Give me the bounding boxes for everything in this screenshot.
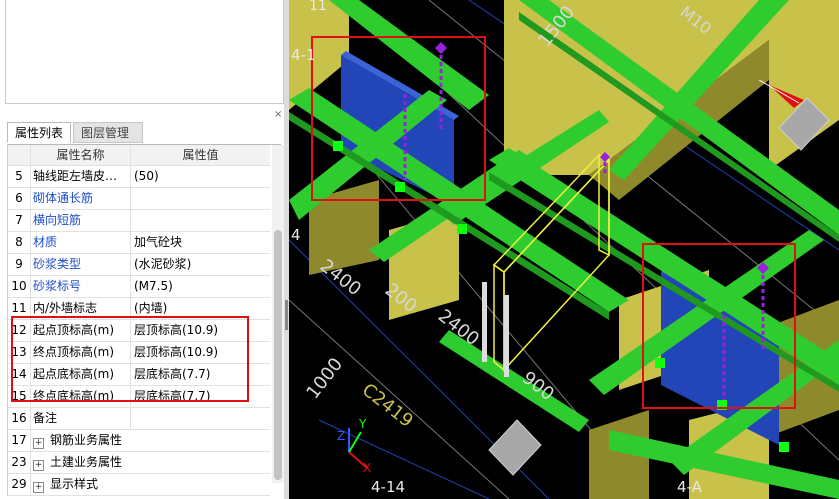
splitter-grip[interactable] xyxy=(285,300,288,330)
label-tag-4: 4 xyxy=(291,226,301,244)
panel-tabs: 属性列表 图层管理 xyxy=(7,122,281,145)
property-value[interactable]: 层顶标高(10.9) xyxy=(130,320,270,341)
expand-icon[interactable]: + xyxy=(33,482,44,493)
row-number: 15 xyxy=(11,389,27,403)
property-value[interactable]: (水泥砂浆) xyxy=(130,254,270,275)
property-row[interactable]: 16 备注 xyxy=(8,408,270,430)
property-row[interactable]: 14 起点底标高(m) 层底标高(7.7) xyxy=(8,364,270,386)
property-row[interactable]: 9 砂浆类型 (水泥砂浆) xyxy=(8,254,270,276)
property-value[interactable]: (50) xyxy=(130,166,270,187)
property-row[interactable]: 10 砂浆标号 (M7.5) xyxy=(8,276,270,298)
grid-header: 属性名称 属性值 xyxy=(8,145,270,166)
3d-viewport[interactable]: 11 4-1 4 2400 200 2400 900 1000 C2419 15… xyxy=(289,0,839,499)
row-number: 12 xyxy=(11,323,27,337)
group-label: 土建业务属性 xyxy=(50,455,123,469)
property-value[interactable] xyxy=(130,408,270,429)
property-name: 终点底标高(m) xyxy=(30,386,130,407)
property-row[interactable]: 12 起点顶标高(m) 层顶标高(10.9) xyxy=(8,320,270,342)
viewport-canvas[interactable]: 11 4-1 4 2400 200 2400 900 1000 C2419 15… xyxy=(289,0,839,499)
property-name: 横向短筋 xyxy=(30,210,130,231)
property-value[interactable] xyxy=(130,210,270,231)
row-number: 23 xyxy=(11,455,27,469)
property-name: 起点底标高(m) xyxy=(30,364,130,385)
row-number: 29 xyxy=(11,477,27,491)
expand-icon[interactable]: + xyxy=(33,438,44,449)
properties-panel: × 属性列表 图层管理 属性名称 属性值 5 轴线距左墙皮… (50) 6 砌体通长筋 7… xyxy=(0,0,289,499)
label-axis-x: X xyxy=(363,461,371,475)
expand-icon[interactable]: + xyxy=(33,460,44,471)
tab-property-list[interactable]: 属性列表 xyxy=(7,122,71,143)
row-number: 10 xyxy=(11,279,27,293)
property-name: 终点顶标高(m) xyxy=(30,342,130,363)
row-number: 17 xyxy=(11,433,27,447)
row-number: 7 xyxy=(15,213,23,227)
header-property-value: 属性值 xyxy=(130,145,270,165)
label-dim-1000: 1000 xyxy=(302,354,347,403)
row-number: 11 xyxy=(11,301,27,315)
label-corner-11: 11 xyxy=(309,0,327,14)
property-name: 内/外墙标志 xyxy=(30,298,130,319)
label-axis-z: Z xyxy=(337,429,345,443)
row-number: 13 xyxy=(11,345,27,359)
property-group-row[interactable]: 29 + 显示样式 xyxy=(8,474,270,496)
group-label-cell: + 土建业务属性 xyxy=(30,452,270,473)
property-value[interactable]: (M7.5) xyxy=(130,276,270,297)
property-row[interactable]: 8 材质 加气砼块 xyxy=(8,232,270,254)
upper-blank-panel xyxy=(5,0,284,104)
label-axis-4-14: 4-14 xyxy=(371,478,405,496)
property-name: 轴线距左墙皮… xyxy=(30,166,130,187)
group-label-cell: + 钢筋业务属性 xyxy=(30,430,270,451)
scrollbar-thumb[interactable] xyxy=(274,230,282,480)
property-row[interactable]: 13 终点顶标高(m) 层顶标高(10.9) xyxy=(8,342,270,364)
property-name: 砌体通长筋 xyxy=(30,188,130,209)
group-label-cell: + 显示样式 xyxy=(30,474,270,495)
grid-scrollbar[interactable] xyxy=(272,145,284,483)
property-value[interactable]: (内墙) xyxy=(130,298,270,319)
group-label: 钢筋业务属性 xyxy=(50,433,123,447)
property-value[interactable]: 层顶标高(10.9) xyxy=(130,342,270,363)
property-name: 起点顶标高(m) xyxy=(30,320,130,341)
label-axis-y: Y xyxy=(358,417,367,431)
property-name: 材质 xyxy=(30,232,130,253)
property-name: 备注 xyxy=(30,408,130,429)
row-number: 5 xyxy=(15,169,23,183)
property-name: 砂浆类型 xyxy=(30,254,130,275)
label-tag-c2419: C2419 xyxy=(358,379,417,431)
property-row[interactable]: 15 终点底标高(m) 层底标高(7.7) xyxy=(8,386,270,408)
property-row[interactable]: 5 轴线距左墙皮… (50) xyxy=(8,166,270,188)
row-number: 8 xyxy=(15,235,23,249)
label-axis-4-1: 4-1 xyxy=(291,46,316,64)
property-group-row[interactable]: 17 + 钢筋业务属性 xyxy=(8,430,270,452)
beam-bottom xyxy=(439,330,589,432)
property-grid: 属性名称 属性值 5 轴线距左墙皮… (50) 6 砌体通长筋 7 横向短筋 8 材质 加气砼块 9… xyxy=(7,145,270,496)
property-row[interactable]: 7 横向短筋 xyxy=(8,210,270,232)
row-number: 14 xyxy=(11,367,27,381)
row-number: 16 xyxy=(11,411,27,425)
property-value[interactable]: 层底标高(7.7) xyxy=(130,386,270,407)
tab-layer-management[interactable]: 图层管理 xyxy=(73,122,143,143)
property-name: 砂浆标号 xyxy=(30,276,130,297)
row-number: 6 xyxy=(15,191,23,205)
property-value[interactable]: 加气砼块 xyxy=(130,232,270,253)
panel-close-icon[interactable]: × xyxy=(274,110,282,120)
property-row[interactable]: 11 内/外墙标志 (内墙) xyxy=(8,298,270,320)
label-axis-4-a: 4-A xyxy=(677,478,703,496)
header-property-name: 属性名称 xyxy=(30,145,130,165)
property-value[interactable]: 层底标高(7.7) xyxy=(130,364,270,385)
property-row[interactable]: 6 砌体通长筋 xyxy=(8,188,270,210)
property-value[interactable] xyxy=(130,188,270,209)
group-label: 显示样式 xyxy=(50,477,99,491)
row-number: 9 xyxy=(15,257,23,271)
property-group-row[interactable]: 23 + 土建业务属性 xyxy=(8,452,270,474)
